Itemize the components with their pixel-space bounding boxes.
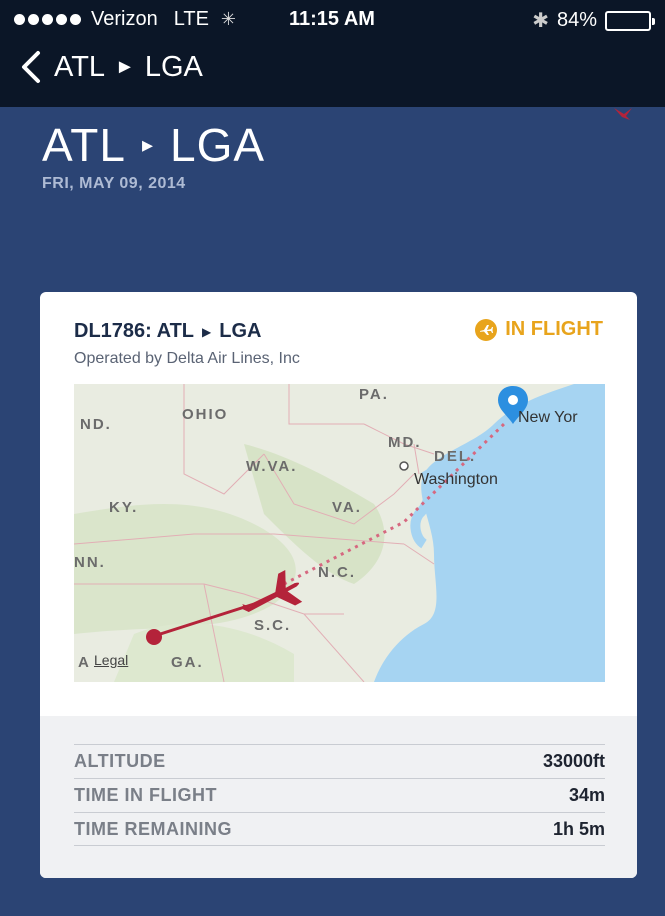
- nav-bar: ATL ► LGA: [18, 50, 203, 84]
- status-right: ✱ 84%: [532, 8, 655, 33]
- status-left: Verizon LTE ✳: [14, 8, 236, 31]
- flight-card[interactable]: DL1786: ATL ▶ LGA Operated by Delta Air …: [40, 292, 637, 878]
- status-bar: Verizon LTE ✳ 11:15 AM ✱ 84%: [0, 0, 665, 40]
- flight-arrow-icon: ▶: [202, 324, 212, 339]
- stat-label: ALTITUDE: [74, 751, 166, 771]
- map-label-washington: Washington: [414, 471, 498, 488]
- washington-marker: [399, 461, 409, 471]
- status-text: IN FLIGHT: [505, 318, 603, 340]
- bluetooth-icon: ✱: [532, 10, 549, 32]
- nav-title-destination: LGA: [144, 50, 203, 83]
- stat-row-time-remaining: TIME REMAINING 1h 5m: [74, 812, 605, 846]
- stat-row-time-in-flight: TIME IN FLIGHT 34m: [74, 778, 605, 812]
- stat-value: 34m: [568, 785, 605, 805]
- map-label-va: VA.: [332, 499, 362, 516]
- flight-map[interactable]: PA. OHIO ND. MD. DEL. W.VA. Washington N…: [74, 384, 605, 682]
- flight-date: FRI, MAY 09, 2014: [42, 175, 186, 192]
- operator-text: Operated by Delta Air Lines, Inc: [74, 350, 300, 367]
- map-label-nn: NN.: [74, 554, 106, 571]
- airplane-circle-icon: [475, 318, 498, 341]
- map-label-new-york: New Yor: [518, 409, 578, 426]
- top-bar: Verizon LTE ✳ 11:15 AM ✱ 84% ATL ► LGA: [0, 0, 665, 107]
- activity-spinner-icon: ✳: [220, 9, 237, 29]
- network-type: LTE: [173, 8, 209, 30]
- flight-stats: ALTITUDE 33000ft TIME IN FLIGHT 34m TIME…: [40, 716, 637, 878]
- stat-label: TIME REMAINING: [74, 818, 232, 839]
- flight-destination: LGA: [219, 320, 262, 342]
- nav-title-origin: ATL: [54, 50, 106, 83]
- battery-icon: [605, 10, 655, 31]
- stat-value: 33000ft: [542, 751, 605, 771]
- map-legal-link[interactable]: Legal: [94, 652, 128, 668]
- nav-arrow-icon: ►: [115, 55, 135, 78]
- map-label-nc: N.C.: [318, 564, 356, 581]
- battery-percent: 84%: [556, 9, 597, 31]
- origin-marker: [146, 629, 162, 645]
- route-title: ATL ▸ LGA: [42, 118, 265, 172]
- map-label-ohio: OHIO: [182, 406, 229, 423]
- map-label-ga: GA.: [171, 654, 204, 671]
- map-background: [74, 384, 605, 682]
- flight-code: DL1786: ATL: [74, 320, 195, 342]
- status-time: 11:15 AM: [289, 8, 375, 30]
- map-label-pa: PA.: [359, 386, 389, 403]
- status-badge: IN FLIGHT: [475, 318, 603, 341]
- signal-strength-icon: [14, 14, 81, 25]
- route-origin: ATL: [42, 119, 126, 171]
- plane-fragment-icon: [614, 108, 632, 120]
- map-label-md: MD.: [388, 434, 422, 451]
- stat-row-altitude: ALTITUDE 33000ft: [74, 744, 605, 778]
- flight-number-route: DL1786: ATL ▶ LGA: [74, 320, 261, 343]
- stat-label: TIME IN FLIGHT: [74, 785, 217, 805]
- carrier-name: Verizon: [91, 8, 158, 30]
- route-arrow-icon: ▸: [141, 132, 154, 157]
- map-label-wva: W.VA.: [246, 458, 298, 475]
- route-destination: LGA: [170, 119, 266, 171]
- back-chevron-icon[interactable]: [18, 50, 44, 84]
- stat-value: 1h 5m: [552, 818, 605, 839]
- map-label-a: A: [78, 654, 91, 671]
- map-label-nd: ND.: [80, 416, 112, 433]
- map-label-sc: S.C.: [254, 617, 292, 634]
- map-label-del: DEL.: [434, 448, 477, 465]
- map-label-ky: KY.: [109, 499, 139, 516]
